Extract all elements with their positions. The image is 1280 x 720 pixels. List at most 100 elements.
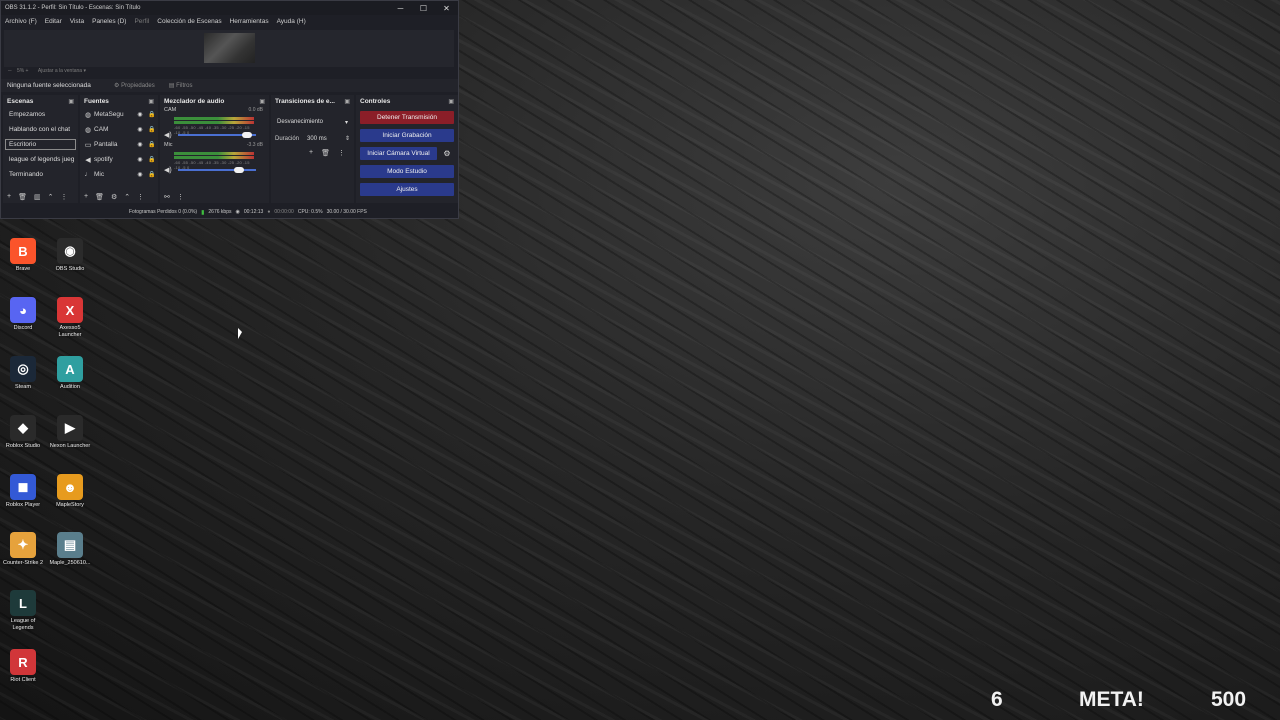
desktop-shortcut[interactable]: ☻ MapleStory: [48, 474, 92, 509]
level-meter: [174, 121, 254, 124]
trash-icon[interactable]: 🗑: [95, 193, 104, 201]
scene-item[interactable]: league of legends jueg: [3, 152, 78, 167]
volume-slider[interactable]: [178, 167, 256, 173]
add-icon[interactable]: +: [7, 193, 11, 201]
stream-time: 00:12:13: [243, 209, 264, 215]
menu-ayuda[interactable]: Ayuda (H): [277, 18, 306, 25]
transition-select[interactable]: Desvanecimiento ▾: [275, 117, 350, 127]
eye-icon[interactable]: ◉: [134, 111, 146, 118]
zoom-level[interactable]: ─ 5% +: [8, 68, 28, 74]
filter-icon[interactable]: ▥: [34, 193, 41, 201]
fit-window-select[interactable]: Ajustar a la ventana ▾: [34, 68, 86, 74]
desktop-shortcut[interactable]: ◉ OBS Studio: [48, 238, 92, 273]
more-icon[interactable]: ⋮: [177, 193, 184, 201]
scene-item[interactable]: Terminando: [3, 167, 78, 182]
desktop-shortcut[interactable]: B Brave: [1, 238, 45, 273]
obs-window[interactable]: OBS 31.1.2 - Perfil: Sin Título - Escena…: [0, 0, 459, 219]
trash-icon[interactable]: 🗑: [18, 193, 27, 201]
obs-icon: ◉: [57, 238, 83, 264]
start-recording-button[interactable]: Iniciar Grabación: [360, 129, 454, 142]
link-icon[interactable]: ⚯: [164, 193, 170, 201]
speaker-icon[interactable]: ◀): [164, 131, 174, 139]
lock-icon[interactable]: 🔒: [146, 156, 158, 163]
scene-item[interactable]: Empezamos: [3, 107, 78, 122]
more-icon[interactable]: ⋮: [60, 193, 67, 201]
level-meter: [174, 156, 254, 159]
scenes-header: Escenas ▣: [7, 97, 74, 105]
stop-stream-button[interactable]: Detener Transmisión: [360, 111, 454, 124]
minimize-button[interactable]: ─: [389, 4, 412, 13]
menu-coleccion-escenas[interactable]: Colección de Escenas: [157, 18, 221, 25]
more-icon[interactable]: ⋮: [338, 149, 345, 157]
scene-item-selected[interactable]: Escritorio: [3, 137, 78, 152]
scenes-toolbar: + 🗑 ▥ ⌃ ⋮: [7, 193, 67, 201]
eye-icon[interactable]: ◉: [134, 141, 146, 148]
add-icon[interactable]: +: [309, 149, 313, 157]
spin-icon[interactable]: ⇕: [345, 135, 350, 142]
dock-menu-icon[interactable]: ▣: [148, 98, 154, 105]
settings-button[interactable]: Ajustes: [360, 183, 454, 196]
lock-icon[interactable]: 🔒: [146, 141, 158, 148]
shortcut-label: Nexon Launcher: [49, 443, 91, 449]
duration-input[interactable]: 300 ms: [307, 136, 345, 142]
lock-icon[interactable]: 🔒: [146, 171, 158, 178]
chevron-up-icon[interactable]: ⌃: [48, 193, 54, 201]
desktop-shortcut[interactable]: A Audition: [48, 356, 92, 391]
channel-db: -3.3 dB: [246, 142, 263, 148]
eye-icon[interactable]: ◉: [134, 156, 146, 163]
eye-icon[interactable]: ◉: [134, 171, 146, 178]
add-icon[interactable]: +: [84, 193, 88, 201]
source-item[interactable]: ◍ MetaSegu ◉ 🔒: [80, 107, 158, 122]
filters-button[interactable]: ▤ Filtros: [169, 82, 193, 89]
menu-perfil[interactable]: Perfil: [134, 18, 149, 25]
source-item[interactable]: ◀ spotify ◉ 🔒: [80, 152, 158, 167]
source-item[interactable]: ◍ CAM ◉ 🔒: [80, 122, 158, 137]
desktop-shortcut[interactable]: ✦ Counter-Strike 2: [1, 532, 45, 567]
desktop-shortcut[interactable]: ▤ Maple_250610...: [48, 532, 92, 567]
gear-icon[interactable]: ⚙: [111, 193, 117, 201]
menu-herramientas[interactable]: Herramientas: [230, 18, 269, 25]
slider-handle[interactable]: [241, 132, 252, 138]
dock-menu-icon[interactable]: ▣: [344, 98, 350, 105]
title-bar[interactable]: OBS 31.1.2 - Perfil: Sin Título - Escena…: [1, 1, 458, 15]
window-title: OBS 31.1.2 - Perfil: Sin Título - Escena…: [5, 5, 141, 11]
desktop-shortcut[interactable]: ◆ Roblox Studio: [1, 415, 45, 450]
shortcut-label: Brave: [15, 266, 31, 272]
volume-slider[interactable]: [178, 132, 256, 138]
menu-archivo[interactable]: Archivo (F): [5, 18, 37, 25]
eye-icon[interactable]: ◉: [134, 126, 146, 133]
source-item[interactable]: ▭ Pantalla ◉ 🔒: [80, 137, 158, 152]
close-button[interactable]: ✕: [435, 4, 458, 13]
more-icon[interactable]: ⋮: [137, 193, 144, 201]
preview-canvas[interactable]: [4, 30, 454, 67]
scene-item[interactable]: Hablando con el chat: [3, 122, 78, 137]
lock-icon[interactable]: 🔒: [146, 111, 158, 118]
start-virtual-camera-button[interactable]: Iniciar Cámara Virtual: [360, 147, 437, 160]
studio-mode-button[interactable]: Modo Estudio: [360, 165, 454, 178]
gear-icon[interactable]: ⚙: [440, 147, 454, 160]
desktop-shortcut[interactable]: R Riot Client: [1, 649, 45, 684]
shortcut-label: League of Legends: [10, 618, 36, 631]
chevron-up-icon[interactable]: ⌃: [124, 193, 130, 201]
image-file-icon: ▤: [57, 532, 83, 558]
dock-menu-icon[interactable]: ▣: [68, 98, 74, 105]
desktop-shortcut[interactable]: X Axesso5 Launcher: [48, 297, 92, 339]
desktop-shortcut[interactable]: ▶ Nexon Launcher: [48, 415, 92, 450]
slider-handle[interactable]: [233, 167, 244, 173]
dock-menu-icon[interactable]: ▣: [259, 98, 265, 105]
dock-menu-icon[interactable]: ▣: [448, 98, 454, 105]
speaker-icon[interactable]: ◀): [164, 166, 174, 174]
desktop-shortcut[interactable]: L League of Legends: [1, 590, 45, 632]
desktop-shortcut[interactable]: ◼ Roblox Player: [1, 474, 45, 509]
volume-row: ◀): [164, 131, 256, 139]
properties-button[interactable]: ⚙ Propiedades: [114, 82, 155, 89]
source-item[interactable]: ♩ Mic ◉ 🔒: [80, 167, 158, 182]
maximize-button[interactable]: ☐: [412, 4, 435, 13]
desktop-shortcut[interactable]: ◕ Discord: [1, 297, 45, 332]
menu-editar[interactable]: Editar: [45, 18, 62, 25]
trash-icon[interactable]: 🗑: [321, 149, 330, 157]
lock-icon[interactable]: 🔒: [146, 126, 158, 133]
menu-paneles[interactable]: Paneles (D): [92, 18, 126, 25]
desktop-shortcut[interactable]: ◎ Steam: [1, 356, 45, 391]
menu-vista[interactable]: Vista: [70, 18, 84, 25]
